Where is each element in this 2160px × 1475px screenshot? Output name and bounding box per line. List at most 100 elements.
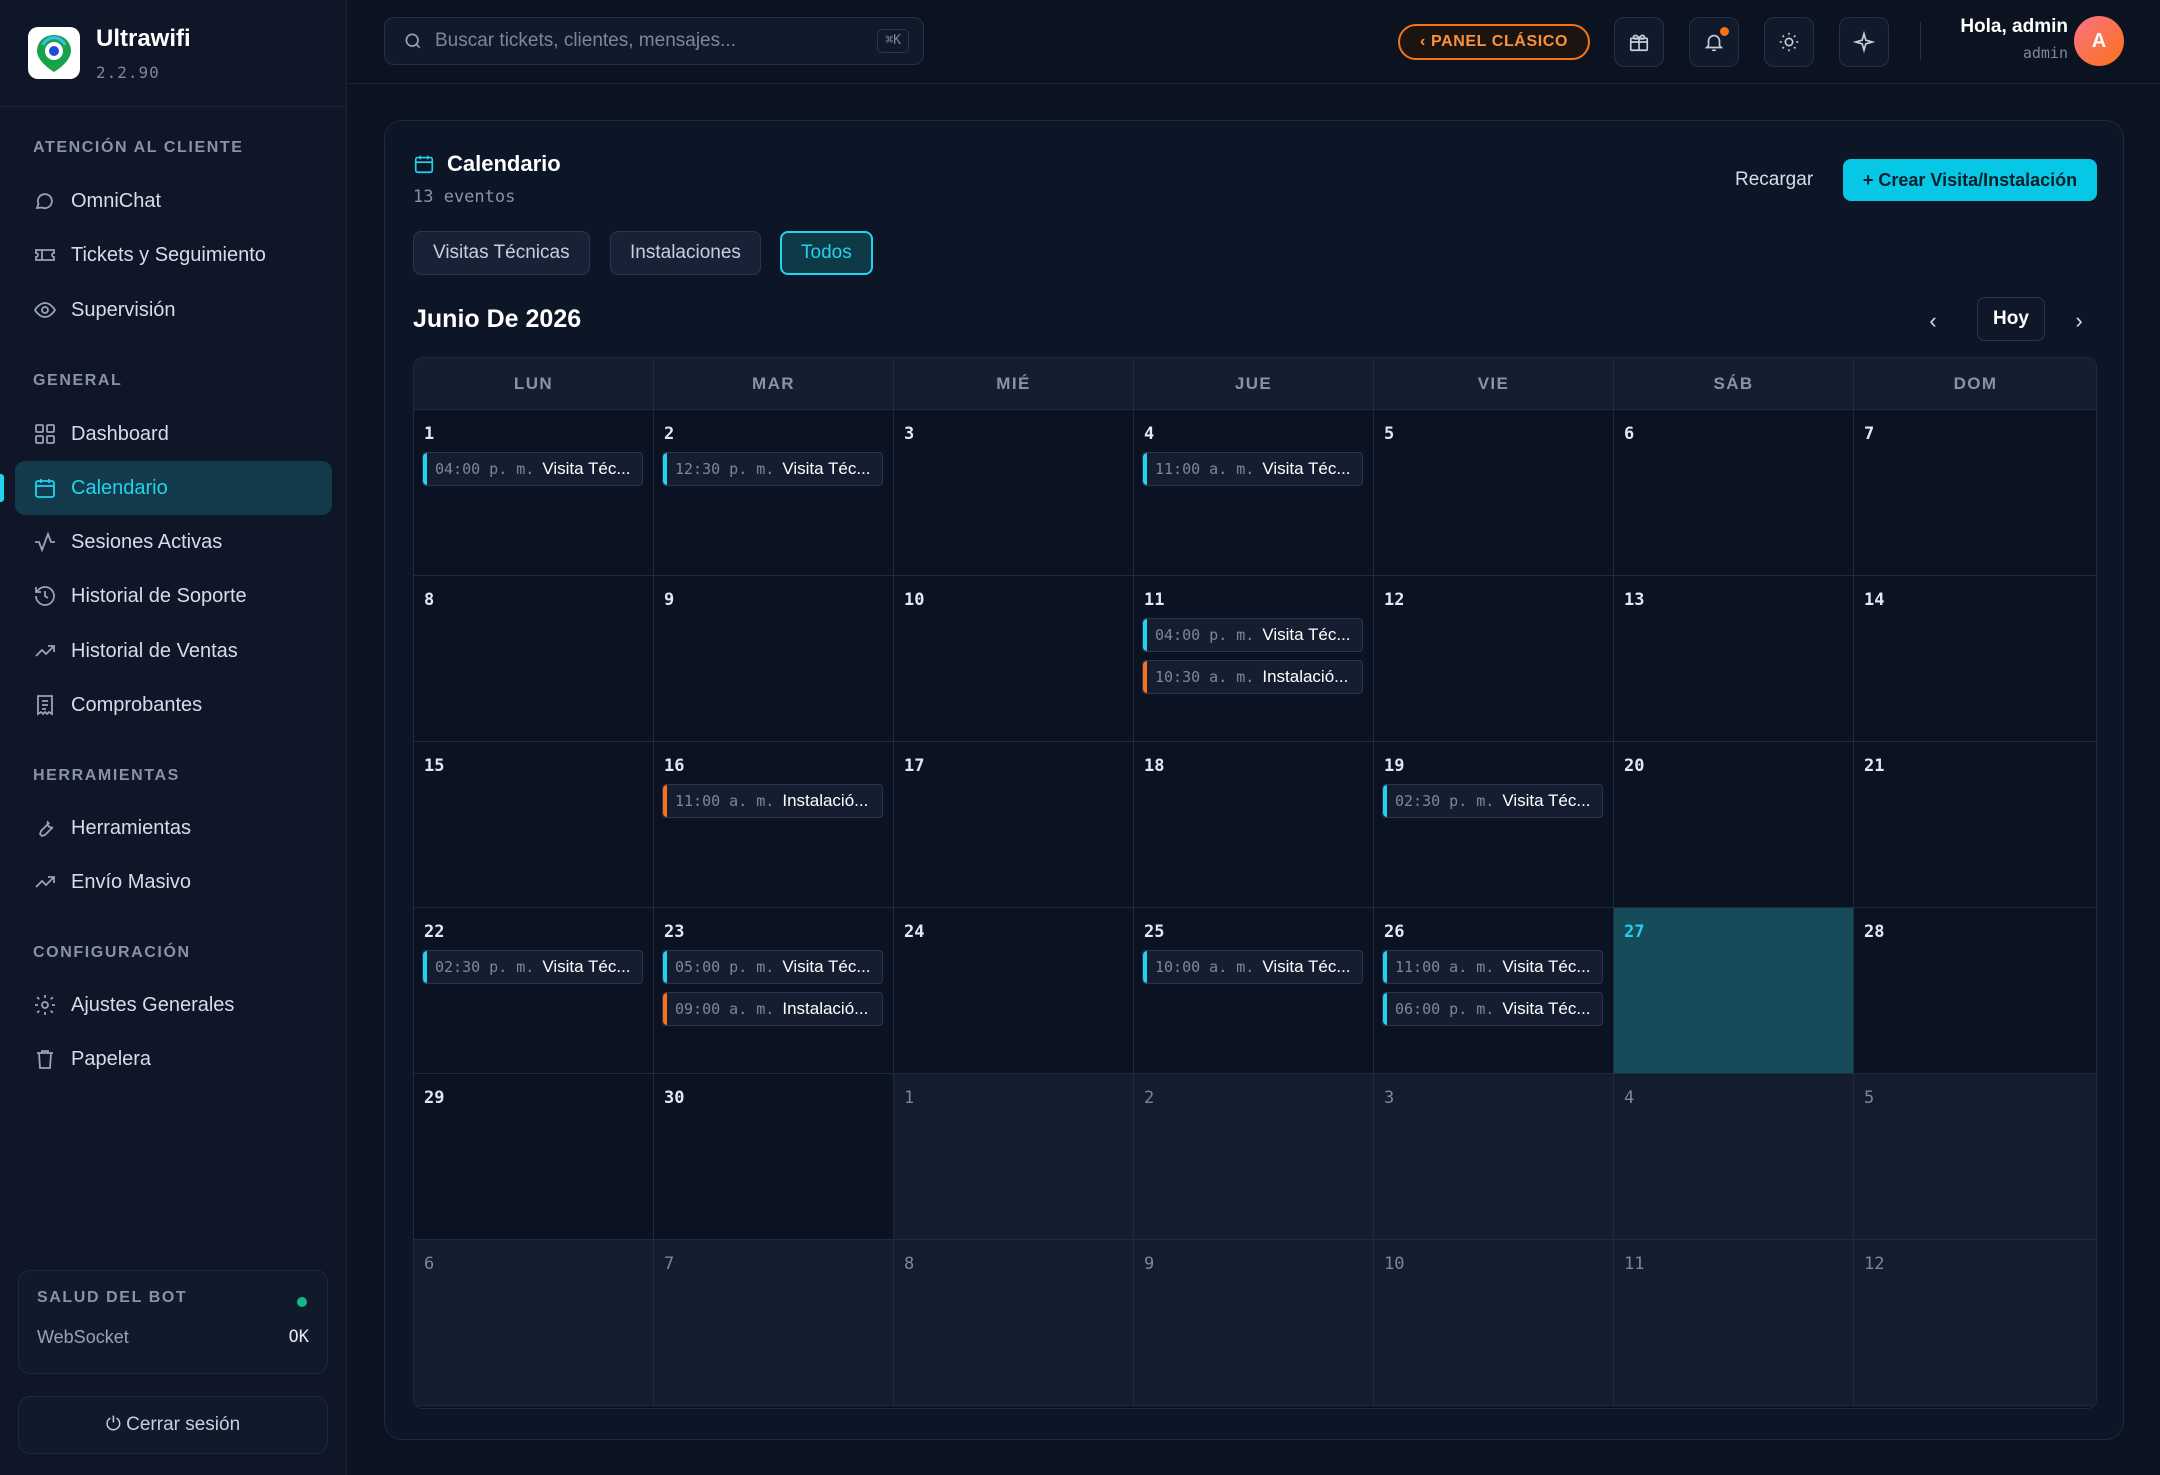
calendar-day[interactable]: 25 10:00 a. m. Visita Téc... [1134, 908, 1374, 1074]
event-visita-tecnica[interactable]: 12:30 p. m. Visita Téc... [662, 452, 883, 486]
filter-visitas-tecnicas[interactable]: Visitas Técnicas [413, 231, 590, 275]
day-number: 9 [1144, 1254, 1155, 1274]
user-greeting[interactable]: Hola, admin admin [1960, 16, 2068, 62]
calendar-day[interactable]: 24 [894, 908, 1134, 1074]
event-visita-tecnica[interactable]: 11:00 a. m. Visita Téc... [1142, 452, 1363, 486]
calendar-day[interactable]: 16 11:00 a. m. Instalació... [654, 742, 894, 908]
event-instalacion[interactable]: 10:30 a. m. Instalació... [1142, 660, 1363, 694]
calendar-day[interactable]: 2 12:30 p. m. Visita Téc... [654, 410, 894, 576]
sidebar-item-supervision[interactable]: Supervisión [15, 283, 332, 337]
notifications-button[interactable] [1689, 17, 1739, 67]
day-number: 5 [1384, 424, 1395, 444]
calendar-day[interactable]: 4 [1614, 1074, 1854, 1240]
sidebar-item-sesiones[interactable]: Sesiones Activas [15, 515, 332, 569]
gift-button[interactable] [1614, 17, 1664, 67]
day-number: 25 [1144, 922, 1165, 942]
event-visita-tecnica[interactable]: 06:00 p. m. Visita Téc... [1382, 992, 1603, 1026]
calendar-day[interactable]: 8 [894, 1240, 1134, 1406]
calendar-day[interactable]: 5 [1374, 410, 1614, 576]
calendar-day[interactable]: 20 [1614, 742, 1854, 908]
calendar-day[interactable]: 29 [414, 1074, 654, 1240]
sidebar-item-envio-masivo[interactable]: Envío Masivo [15, 855, 332, 909]
day-number: 7 [1864, 424, 1875, 444]
calendar-day[interactable]: 26 11:00 a. m. Visita Téc... 06:00 p. m. Vis… [1374, 908, 1614, 1074]
calendar-day[interactable]: 3 [894, 410, 1134, 576]
event-visita-tecnica[interactable]: 04:00 p. m. Visita Téc... [422, 452, 643, 486]
event-instalacion[interactable]: 11:00 a. m. Instalació... [662, 784, 883, 818]
calendar-day[interactable]: 7 [1854, 410, 2096, 576]
calendar-day[interactable]: 1 [894, 1074, 1134, 1240]
event-visita-tecnica[interactable]: 11:00 a. m. Visita Téc... [1382, 950, 1603, 984]
calendar-icon [35, 479, 55, 498]
create-visit-button[interactable]: + Crear Visita/Instalación [1843, 159, 2097, 201]
activity-icon [35, 531, 55, 553]
sidebar-item-tickets[interactable]: Tickets y Seguimiento [15, 228, 332, 282]
calendar-day[interactable]: 3 [1374, 1074, 1614, 1240]
calendar-day[interactable]: 11 [1614, 1240, 1854, 1406]
calendar-day[interactable]: 7 [654, 1240, 894, 1406]
prev-month-button[interactable]: ‹ [1915, 301, 1951, 341]
filter-instalaciones[interactable]: Instalaciones [610, 231, 761, 275]
calendar-day[interactable]: 18 [1134, 742, 1374, 908]
calendar-day[interactable]: 12 [1374, 576, 1614, 742]
calendar-day[interactable]: 4 11:00 a. m. Visita Téc... [1134, 410, 1374, 576]
day-number: 2 [664, 424, 675, 444]
filter-todos[interactable]: Todos [780, 231, 873, 275]
calendar-day[interactable]: 30 [654, 1074, 894, 1240]
calendar-day[interactable]: 13 [1614, 576, 1854, 742]
event-instalacion[interactable]: 09:00 a. m. Instalació... [662, 992, 883, 1026]
brand[interactable]: Ultrawifi 2.2.90 [0, 0, 346, 107]
event-visita-tecnica[interactable]: 10:00 a. m. Visita Téc... [1142, 950, 1363, 984]
calendar-day[interactable]: 6 [1614, 410, 1854, 576]
sidebar-item-label: Calendario [71, 476, 168, 499]
calendar-day[interactable]: 2 [1134, 1074, 1374, 1240]
calendar-day[interactable]: 9 [1134, 1240, 1374, 1406]
calendar-day[interactable]: 22 02:30 p. m. Visita Téc... [414, 908, 654, 1074]
calendar-day[interactable]: 14 [1854, 576, 2096, 742]
event-visita-tecnica[interactable]: 02:30 p. m. Visita Téc... [422, 950, 643, 984]
sidebar-item-dashboard[interactable]: Dashboard [15, 407, 332, 461]
today-button[interactable]: Hoy [1977, 297, 2045, 341]
day-number: 19 [1384, 756, 1405, 776]
sidebar-item-label: Supervisión [71, 298, 176, 321]
avatar[interactable]: A [2074, 16, 2124, 66]
search-input[interactable]: Buscar tickets, clientes, mensajes... ⌘K [384, 17, 924, 65]
event-visita-tecnica[interactable]: 02:30 p. m. Visita Téc... [1382, 784, 1603, 818]
sidebar-item-papelera[interactable]: Papelera [15, 1032, 332, 1086]
calendar-day[interactable]: 8 [414, 576, 654, 742]
reload-button[interactable]: Recargar [1735, 169, 1813, 191]
calendar-day[interactable]: 17 [894, 742, 1134, 908]
day-number: 29 [424, 1088, 445, 1108]
calendar-day[interactable]: 5 [1854, 1074, 2096, 1240]
calendar-day[interactable]: 15 [414, 742, 654, 908]
calendar-day[interactable]: 1 04:00 p. m. Visita Téc... [414, 410, 654, 576]
sidebar-item-herramientas[interactable]: Herramientas [15, 801, 332, 855]
day-number: 27 [1624, 922, 1645, 942]
logout-button[interactable]: ⏻ Cerrar sesión [18, 1396, 328, 1454]
sidebar-item-omnichat[interactable]: OmniChat [15, 174, 332, 228]
calendar-day-today[interactable]: 27 [1614, 908, 1854, 1074]
calendar-day[interactable]: 10 [1374, 1240, 1614, 1406]
calendar-day[interactable]: 9 [654, 576, 894, 742]
ai-button[interactable] [1839, 17, 1889, 67]
sidebar-item-historial-soporte[interactable]: Historial de Soporte [15, 569, 332, 623]
event-visita-tecnica[interactable]: 05:00 p. m. Visita Téc... [662, 950, 883, 984]
sidebar-item-ajustes[interactable]: Ajustes Generales [15, 978, 332, 1032]
sidebar-item-historial-ventas[interactable]: Historial de Ventas [15, 624, 332, 678]
day-number: 12 [1864, 1254, 1885, 1274]
calendar-day[interactable]: 28 [1854, 908, 2096, 1074]
calendar-day[interactable]: 21 [1854, 742, 2096, 908]
sidebar-item-comprobantes[interactable]: Comprobantes [15, 678, 332, 732]
calendar-day[interactable]: 19 02:30 p. m. Visita Téc... [1374, 742, 1614, 908]
event-visita-tecnica[interactable]: 04:00 p. m. Visita Téc... [1142, 618, 1363, 652]
calendar-day[interactable]: 11 04:00 p. m. Visita Téc... 10:30 a. m. Ins… [1134, 576, 1374, 742]
calendar-day[interactable]: 6 [414, 1240, 654, 1406]
calendar-day[interactable]: 12 [1854, 1240, 2096, 1406]
calendar-day[interactable]: 23 05:00 p. m. Visita Téc... 09:00 a. m. Ins… [654, 908, 894, 1074]
calendar-day[interactable]: 10 [894, 576, 1134, 742]
sidebar-item-calendario[interactable]: Calendario [15, 461, 332, 515]
next-month-button[interactable]: › [2061, 301, 2097, 341]
day-number: 26 [1384, 922, 1405, 942]
theme-toggle-button[interactable] [1764, 17, 1814, 67]
classic-panel-button[interactable]: ‹ PANEL CLÁSICO [1398, 24, 1590, 60]
